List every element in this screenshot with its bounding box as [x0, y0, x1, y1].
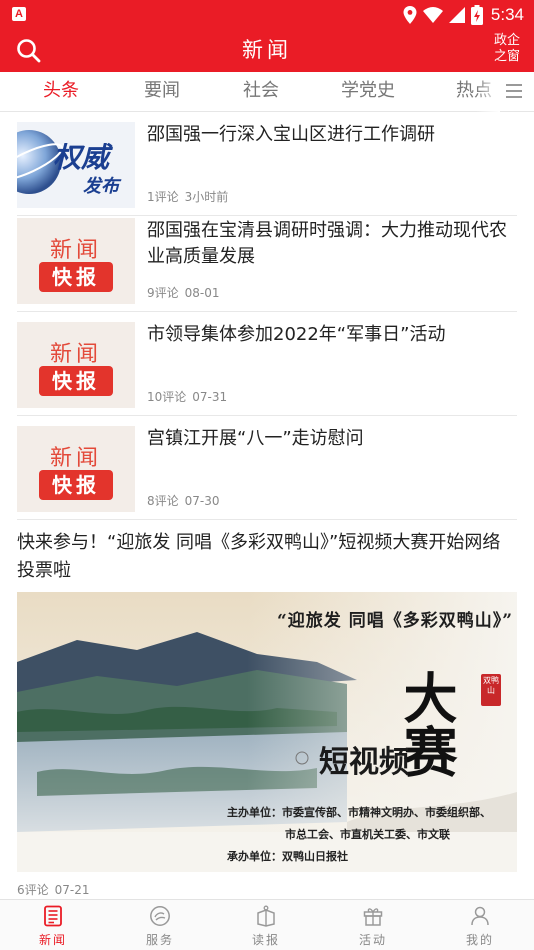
nav-activity[interactable]: 活动	[320, 900, 426, 950]
featured-news-title: 快来参与！“迎旅发 同唱《多彩双鸭山》”短视频大赛开始网络投票啦	[17, 532, 501, 581]
gift-icon	[363, 908, 383, 926]
clock: 5:34	[490, 5, 524, 24]
nav-label: 读报	[251, 933, 280, 947]
tab-major-news[interactable]: 要闻	[144, 80, 180, 102]
featured-news-item[interactable]: 快来参与！“迎旅发 同唱《多彩双鸭山》”短视频大赛开始网络投票啦 “迎旅发 同唱…	[0, 521, 534, 899]
location-icon	[403, 6, 417, 24]
news-item[interactable]: 新闻 快报 市领导集体参加2022年“军事日”活动 10评论 07-31	[17, 312, 517, 416]
tab-fade	[476, 72, 500, 112]
thumb-text-1: 新闻	[49, 446, 102, 471]
comment-count: 10评论	[147, 390, 187, 404]
comment-count: 9评论	[147, 286, 179, 300]
publish-time: 07-21	[54, 883, 90, 897]
news-meta: 8评论 07-30	[147, 492, 226, 509]
bottom-nav: 新闻 服务 读报 活动 我的	[0, 899, 534, 950]
banner-organizers-1: 主办单位：市委宣传部、市精神文明办、市委组织部、	[227, 806, 491, 819]
news-meta: 1评论 3小时前	[147, 188, 234, 205]
banner-slogan: “迎旅发 同唱《多彩双鸭山》”	[277, 611, 513, 631]
news-thumbnail: 新闻 快报	[17, 426, 135, 512]
banner-script-text: 短视频	[319, 745, 409, 780]
nav-service[interactable]: 服务	[107, 900, 213, 950]
thumb-text-2: 发布	[83, 176, 119, 197]
battery-icon	[470, 5, 483, 25]
nav-profile[interactable]: 我的	[427, 900, 533, 950]
signal-icon	[448, 7, 465, 23]
news-title: 邵国强一行深入宝山区进行工作调研	[147, 124, 435, 145]
nav-label: 服务	[145, 933, 174, 947]
comment-count: 6评论	[17, 883, 49, 897]
thumb-text-1: 新闻	[49, 342, 102, 367]
header: 新闻 政企 之窗	[0, 30, 534, 72]
publish-time: 08-01	[184, 286, 220, 300]
comment-count: 8评论	[147, 494, 179, 508]
thumb-text-1: 新闻	[49, 238, 102, 263]
tab-menu-icon[interactable]	[506, 84, 522, 98]
comment-count: 1评论	[147, 190, 179, 204]
news-meta: 10评论 07-31	[147, 388, 233, 405]
nav-news[interactable]: 新闻	[0, 900, 106, 950]
news-title: 市领导集体参加2022年“军事日”活动	[147, 324, 446, 345]
page-title: 新闻	[242, 38, 292, 62]
wifi-icon	[422, 7, 443, 23]
news-item[interactable]: 权威 发布 邵国强一行深入宝山区进行工作调研 1评论 3小时前	[17, 112, 517, 216]
news-item[interactable]: 新闻 快报 邵国强在宝清县调研时强调：大力推动现代农业高质量发展 9评论 08-0…	[17, 208, 517, 312]
banner-seal: 双鸭山	[481, 674, 501, 706]
gov-window-label-1: 政企	[493, 33, 520, 48]
app-notification-icon: A	[12, 7, 26, 21]
gov-window-button[interactable]: 政企 之窗	[492, 33, 522, 65]
news-thumbnail: 新闻 快报	[17, 322, 135, 408]
thumb-text-2: 快报	[39, 366, 113, 396]
news-meta: 6评论 07-21	[17, 881, 96, 898]
news-meta: 9评论 08-01	[147, 284, 226, 301]
status-bar: A 5:34	[0, 0, 534, 30]
publish-time: 07-30	[184, 494, 220, 508]
tab-headlines[interactable]: 头条	[43, 80, 79, 102]
status-icons: 5:34	[403, 4, 524, 26]
nav-label: 我的	[465, 933, 494, 947]
service-icon	[150, 906, 170, 926]
nav-label: 活动	[358, 933, 387, 947]
publish-time: 3小时前	[184, 190, 229, 204]
newspaper-icon	[257, 905, 275, 927]
publish-time: 07-31	[192, 390, 228, 404]
news-icon	[44, 905, 62, 927]
thumb-text-2: 快报	[39, 262, 113, 292]
nav-newspaper[interactable]: 读报	[213, 900, 319, 950]
news-item[interactable]: 新闻 快报 宫镇江开展“八一”走访慰问 8评论 07-30	[17, 416, 517, 520]
news-title: 邵国强在宝清县调研时强调：大力推动现代农业高质量发展	[147, 220, 507, 267]
thumb-text-1: 权威	[53, 141, 110, 174]
news-thumbnail: 新闻 快报	[17, 218, 135, 304]
tab-party-history[interactable]: 学党史	[341, 80, 395, 102]
thumb-text-2: 快报	[39, 470, 113, 500]
nav-label: 新闻	[38, 933, 67, 947]
news-thumbnail: 权威 发布	[17, 122, 135, 208]
banner-organizers-2: 市总工会、市直机关工委、市文联	[285, 828, 450, 841]
tab-society[interactable]: 社会	[243, 80, 279, 102]
featured-banner-image: “迎旅发 同唱《多彩双鸭山》” 大赛 双鸭山 短视频 主办单位：市委宣传部、市精…	[17, 592, 517, 872]
category-tabs: 头条 要闻 社会 学党史 热点	[0, 72, 534, 112]
banner-organizers-3: 承办单位：双鸭山日报社	[227, 850, 348, 863]
gov-window-label-2: 之窗	[493, 49, 520, 64]
user-icon	[471, 906, 489, 926]
news-title: 宫镇江开展“八一”走访慰问	[147, 428, 364, 449]
